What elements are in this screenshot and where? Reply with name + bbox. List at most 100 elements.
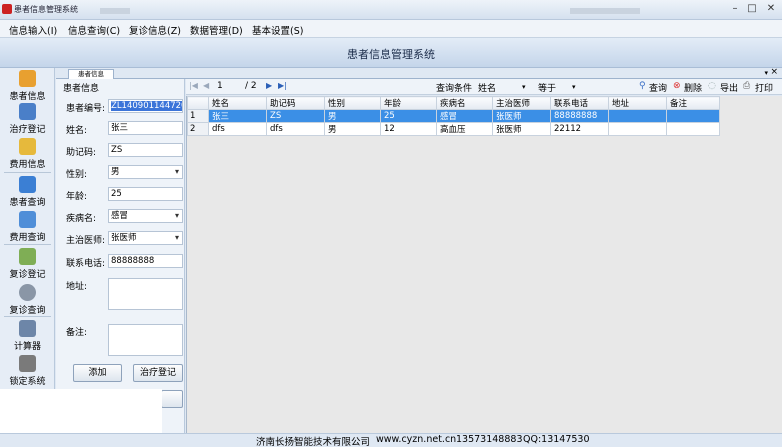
column-header[interactable]: 年龄: [380, 96, 437, 110]
column-header[interactable]: 备注: [666, 96, 720, 110]
name-field[interactable]: 张三: [108, 121, 183, 135]
patient-id-value: ZL140901144720: [111, 101, 182, 111]
table-cell[interactable]: 男: [324, 109, 381, 123]
table-cell[interactable]: 88888888: [550, 109, 609, 123]
add-user-icon: [19, 70, 36, 87]
maximize-icon[interactable]: □: [745, 2, 759, 16]
page-current[interactable]: 1: [217, 81, 223, 91]
sidebar-divider: [4, 172, 51, 173]
patient-id-field[interactable]: ZL140901144720: [108, 99, 183, 113]
sidebar-item-fee-info[interactable]: 费用信息: [0, 136, 55, 174]
gender-select[interactable]: 男: [108, 165, 183, 179]
row-number[interactable]: 2: [187, 122, 209, 136]
patient-grid-area: 姓名 助记码 性别 年龄 疾病名 主治医师 联系电话 地址 备注 1 张三 ZS…: [186, 96, 782, 433]
sidebar-item-label: 患者查询: [9, 198, 46, 208]
age-field[interactable]: 25: [108, 187, 183, 201]
calendar-icon: [19, 248, 36, 265]
page-total: / 2: [245, 81, 257, 91]
phone-field[interactable]: 88888888: [108, 254, 183, 268]
export-button[interactable]: 导出: [720, 81, 738, 94]
column-header[interactable]: 助记码: [266, 96, 325, 110]
tab-patient-info[interactable]: 患者信息: [68, 69, 114, 79]
sidebar-item-revisit-register[interactable]: 复诊登记: [0, 246, 55, 284]
search-icon: [19, 284, 36, 301]
patient-id-label: 患者编号:: [66, 104, 106, 114]
column-header[interactable]: 姓名: [208, 96, 267, 110]
table-header-row: 姓名 助记码 性别 年龄 疾病名 主治医师 联系电话 地址 备注: [187, 96, 720, 110]
sidebar-item-label: 费用信息: [9, 160, 46, 170]
chevron-down-icon[interactable]: ▾: [572, 83, 576, 91]
company-website: www.cyzn.net.cn: [376, 434, 457, 445]
sidebar-item-revisit-query[interactable]: 复诊查询: [0, 282, 55, 320]
table-cell[interactable]: [608, 122, 667, 136]
window-title: 患者信息管理系统: [14, 5, 78, 14]
column-header[interactable]: 性别: [324, 96, 381, 110]
menu-data-management[interactable]: 数据管理(D): [190, 23, 243, 37]
user-search-icon: [19, 176, 36, 193]
table-cell[interactable]: dfs: [266, 122, 325, 136]
table-cell[interactable]: dfs: [208, 122, 267, 136]
chevron-down-icon[interactable]: ▾: [522, 83, 526, 91]
table-cell[interactable]: 感冒: [436, 109, 493, 123]
table-cell[interactable]: 高血压: [436, 122, 493, 136]
table-cell[interactable]: 22112: [550, 122, 609, 136]
sidebar-item-patient-query[interactable]: 患者查询: [0, 174, 55, 212]
column-header[interactable]: 主治医师: [492, 96, 551, 110]
table-cell[interactable]: [666, 122, 720, 136]
query-button[interactable]: 查询: [649, 81, 667, 94]
table-cell[interactable]: 张医师: [492, 109, 551, 123]
menu-basic-settings[interactable]: 基本设置(S): [252, 23, 303, 37]
table-row[interactable]: 1 张三 ZS 男 25 感冒 张医师 88888888: [187, 109, 720, 123]
tab-list-dropdown-icon[interactable]: ▾: [764, 68, 768, 78]
table-cell[interactable]: [666, 109, 720, 123]
column-header[interactable]: 联系电话: [550, 96, 609, 110]
query-operator-select[interactable]: 等于: [538, 81, 556, 94]
minimize-icon[interactable]: –: [728, 2, 742, 16]
table-cell[interactable]: 12: [380, 122, 437, 136]
last-page-icon[interactable]: ▶|: [278, 81, 287, 90]
sidebar-item-label: 计算器: [13, 342, 41, 352]
doctor-select[interactable]: 张医师: [108, 231, 183, 245]
mnemonic-field[interactable]: ZS: [108, 143, 183, 157]
table-row[interactable]: 2 dfs dfs 男 12 高血压 张医师 22112: [187, 122, 720, 136]
first-page-icon[interactable]: |◀: [189, 81, 198, 90]
print-icon: ⎙: [743, 81, 751, 91]
sidebar: 患者信息 治疗登记 费用信息 患者查询 费用查询 复诊登记 复诊查询 计算器 锁…: [0, 68, 55, 433]
sidebar-item-calculator[interactable]: 计算器: [0, 318, 55, 356]
patient-table: 姓名 助记码 性别 年龄 疾病名 主治医师 联系电话 地址 备注 1 张三 ZS…: [187, 96, 720, 136]
disease-select[interactable]: 感冒: [108, 209, 183, 223]
app-icon: [2, 4, 12, 14]
menu-info-query[interactable]: 信息查询(C): [68, 23, 120, 37]
column-header[interactable]: 地址: [608, 96, 667, 110]
menu-revisit-info[interactable]: 复诊信息(Z): [129, 23, 181, 37]
table-cell[interactable]: ZS: [266, 109, 325, 123]
mnemonic-label: 助记码:: [66, 148, 97, 158]
print-button[interactable]: 打印: [755, 81, 773, 94]
tab-close-icon[interactable]: ×: [770, 67, 778, 78]
close-icon[interactable]: ✕: [764, 2, 778, 16]
remark-textarea[interactable]: [108, 324, 183, 356]
partial-button[interactable]: [161, 390, 183, 408]
query-icon: ⚲: [639, 81, 646, 91]
sidebar-item-fee-query[interactable]: 费用查询: [0, 209, 55, 247]
address-textarea[interactable]: [108, 278, 183, 310]
address-label: 地址:: [66, 282, 88, 292]
add-button[interactable]: 添加: [73, 364, 122, 382]
table-cell[interactable]: 张医师: [492, 122, 551, 136]
row-number[interactable]: 1: [187, 109, 209, 123]
sidebar-item-label: 复诊登记: [9, 270, 46, 280]
menu-info-input[interactable]: 信息输入(I): [9, 23, 57, 37]
table-cell[interactable]: 男: [324, 122, 381, 136]
table-cell[interactable]: [608, 109, 667, 123]
treatment-register-button[interactable]: 治疗登记: [133, 364, 183, 382]
sidebar-item-treatment[interactable]: 治疗登记: [0, 101, 55, 139]
sidebar-item-lock-system[interactable]: 锁定系统: [0, 353, 55, 391]
table-cell[interactable]: 25: [380, 109, 437, 123]
prev-page-icon[interactable]: ◀: [203, 81, 209, 90]
table-cell[interactable]: 张三: [208, 109, 267, 123]
column-header[interactable]: 疾病名: [436, 96, 493, 110]
query-field-select[interactable]: 姓名: [478, 81, 496, 94]
next-page-icon[interactable]: ▶: [266, 81, 272, 90]
delete-button[interactable]: 删除: [684, 81, 702, 94]
magnify-coins-icon: [19, 211, 36, 228]
